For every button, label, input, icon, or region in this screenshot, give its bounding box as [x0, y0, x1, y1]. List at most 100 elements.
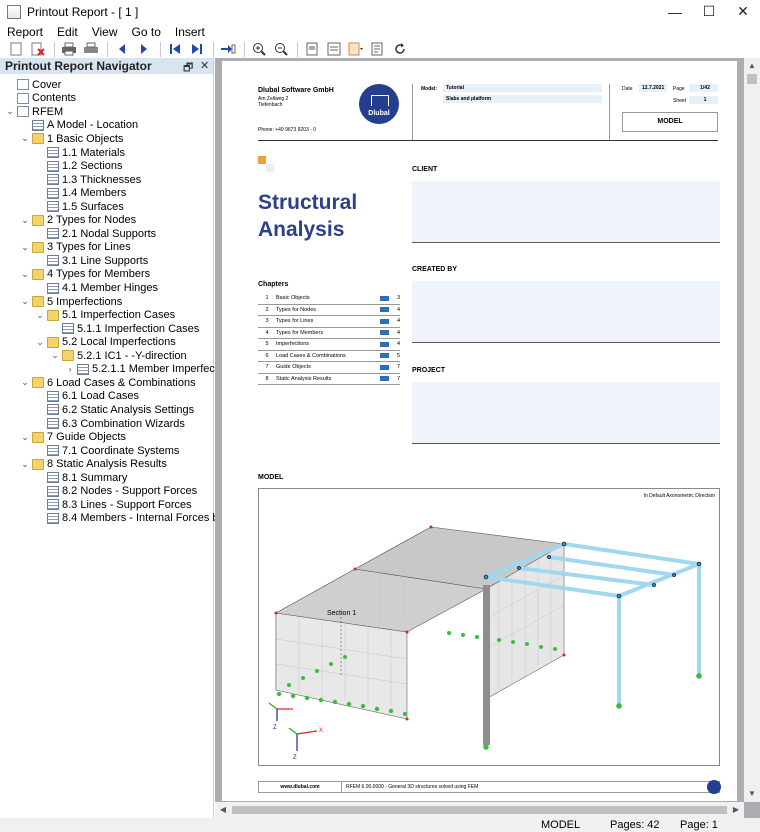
expand-chevron-icon[interactable]: › — [65, 364, 75, 374]
delete-page-icon[interactable] — [30, 41, 46, 57]
chapter-number: 2 — [265, 306, 269, 313]
nav-item[interactable]: 8.3 Lines - Support Forces — [35, 498, 192, 512]
expand-chevron-icon[interactable]: ⌄ — [35, 337, 45, 348]
nav-item[interactable]: ⌄ RFEM — [5, 105, 63, 119]
nav-item[interactable]: 6.3 Combination Wizards — [35, 417, 185, 431]
close-button[interactable]: ✕ — [726, 0, 760, 23]
menu-view[interactable]: View — [85, 25, 125, 39]
chapter-page: 4 — [396, 341, 400, 348]
go-to-page-icon[interactable] — [220, 41, 236, 57]
expand-chevron-icon[interactable]: ⌄ — [50, 350, 60, 361]
menu-report[interactable]: Report — [0, 25, 50, 39]
expand-chevron-icon[interactable]: ⌄ — [20, 432, 30, 443]
address-line-2: Tiefenbach — [258, 102, 283, 108]
book-icon — [380, 341, 389, 347]
nav-item[interactable]: 1.1 Materials — [35, 146, 125, 160]
nav-item[interactable]: ⌄ 5.2 Local Imperfections — [35, 335, 176, 349]
scroll-left-arrow-icon[interactable]: ◀ — [215, 802, 231, 818]
toolbar — [0, 40, 760, 58]
nav-item[interactable]: › 5.2.1.1 Member Imperfections — [65, 363, 239, 377]
nav-item[interactable]: ⌄ 3 Types for Lines — [20, 241, 130, 255]
nav-item[interactable]: 8.2 Nodes - Support Forces — [35, 485, 197, 499]
nav-item[interactable]: ⌄ 8 Static Analysis Results — [20, 457, 167, 471]
scroll-right-arrow-icon[interactable]: ▶ — [728, 802, 744, 818]
nav-item[interactable]: ⌄ 5.2.1 IC1 - -Y-direction — [50, 349, 186, 363]
expand-chevron-icon[interactable]: ⌄ — [20, 269, 30, 280]
properties-icon[interactable] — [370, 41, 386, 57]
menu-edit[interactable]: Edit — [50, 25, 85, 39]
print-icon[interactable] — [61, 41, 77, 57]
nav-item[interactable]: ⌄ 5 Imperfections — [20, 295, 122, 309]
export-icon[interactable] — [83, 41, 99, 57]
nav-item[interactable]: 1.2 Sections — [35, 159, 123, 173]
nav-item[interactable]: ⌄ 4 Types for Members — [20, 268, 150, 282]
next-icon[interactable] — [136, 41, 152, 57]
nav-item[interactable]: 6.1 Load Cases — [35, 390, 139, 404]
nav-item[interactable]: ⌄ 1 Basic Objects — [20, 132, 123, 146]
nav-item[interactable]: 5.1.1 Imperfection Cases — [50, 322, 199, 336]
vertical-scrollbar[interactable]: ▲ ▼ — [744, 58, 760, 802]
chapter-row: 4 Types for Members 4 — [258, 328, 400, 339]
nav-item[interactable]: 8.1 Summary — [35, 471, 127, 485]
expand-chevron-icon[interactable]: ⌄ — [20, 242, 30, 253]
nav-item[interactable]: ⌄ 7 Guide Objects — [20, 430, 126, 444]
expand-chevron-icon[interactable]: ⌄ — [35, 310, 45, 321]
nav-item[interactable]: 6.2 Static Analysis Settings — [35, 403, 194, 417]
nav-item[interactable]: Contents — [5, 92, 76, 106]
chapter-name: Imperfections — [276, 341, 310, 348]
first-page-icon[interactable] — [167, 41, 183, 57]
nav-item[interactable]: 1.3 Thicknesses — [35, 173, 141, 187]
accent-square-light — [266, 164, 274, 172]
zoom-in-icon[interactable] — [251, 41, 267, 57]
footer-text: RFEM 6.00.0000 - General 3D structures s… — [341, 782, 719, 792]
nav-item[interactable]: 7.1 Coordinate Systems — [35, 444, 179, 458]
nav-item[interactable]: 2.1 Nodal Supports — [35, 227, 156, 241]
close-icon[interactable]: ✕ — [200, 59, 209, 72]
vertical-scroll-thumb[interactable] — [747, 74, 757, 84]
report-navigator: Printout Report Navigator 🗗 ✕ Cover Conte… — [0, 58, 264, 818]
created-by-label: CREATED BY — [412, 266, 457, 273]
expand-chevron-icon[interactable]: ⌄ — [20, 459, 30, 470]
nav-item[interactable]: ⌄ 6 Load Cases & Combinations — [20, 376, 195, 390]
expand-chevron-icon[interactable]: ⌄ — [5, 106, 15, 117]
zoom-out-icon[interactable] — [273, 41, 289, 57]
toolbar-separator — [244, 41, 245, 57]
template-icon[interactable] — [348, 41, 364, 57]
nav-item[interactable]: Cover — [5, 78, 61, 92]
nav-item[interactable]: A Model - Location — [20, 119, 138, 133]
nav-item[interactable]: 4.1 Member Hinges — [35, 281, 158, 295]
nav-item[interactable]: 3.1 Line Supports — [35, 254, 148, 268]
expand-chevron-icon[interactable]: ⌄ — [20, 215, 30, 226]
nav-item-label: Cover — [32, 78, 62, 91]
pin-icon[interactable]: 🗗 — [183, 59, 193, 78]
sheet-label: Sheet — [673, 98, 687, 104]
nav-item[interactable]: 1.4 Members — [35, 186, 126, 200]
scroll-up-arrow-icon[interactable]: ▲ — [744, 58, 760, 74]
menu-go-to[interactable]: Go to — [125, 25, 168, 39]
horizontal-scrollbar[interactable]: ◀ ▶ — [215, 802, 744, 818]
report-settings-icon[interactable] — [326, 41, 342, 57]
minimize-button[interactable]: — — [658, 0, 692, 23]
last-page-icon[interactable] — [189, 41, 205, 57]
horizontal-scroll-thumb[interactable] — [232, 806, 727, 814]
nav-item-label: 3.1 Line Supports — [62, 254, 149, 267]
menu-insert[interactable]: Insert — [168, 25, 212, 39]
expand-chevron-icon[interactable]: ⌄ — [20, 296, 30, 307]
folder-icon — [32, 296, 44, 308]
nav-item[interactable]: ⌄ 5.1 Imperfection Cases — [35, 308, 175, 322]
maximize-button[interactable]: ☐ — [692, 0, 726, 23]
page-view-icon[interactable] — [304, 41, 320, 57]
company-name: Dlubal Software GmbH — [258, 87, 334, 94]
expand-chevron-icon[interactable]: ⌄ — [20, 377, 30, 388]
menu-bar: Report Edit View Go to Insert — [0, 23, 760, 40]
table-icon — [47, 147, 59, 158]
previous-icon[interactable] — [114, 41, 130, 57]
scroll-down-arrow-icon[interactable]: ▼ — [744, 786, 760, 802]
folder-icon — [32, 458, 44, 470]
refresh-icon[interactable] — [392, 41, 408, 57]
new-page-icon[interactable] — [8, 41, 24, 57]
nav-item[interactable]: ⌄ 2 Types for Nodes — [20, 214, 136, 228]
nav-item-label: 5.1.1 Imperfection Cases — [77, 322, 200, 335]
expand-chevron-icon[interactable]: ⌄ — [20, 133, 30, 144]
nav-item[interactable]: 1.5 Surfaces — [35, 200, 124, 214]
